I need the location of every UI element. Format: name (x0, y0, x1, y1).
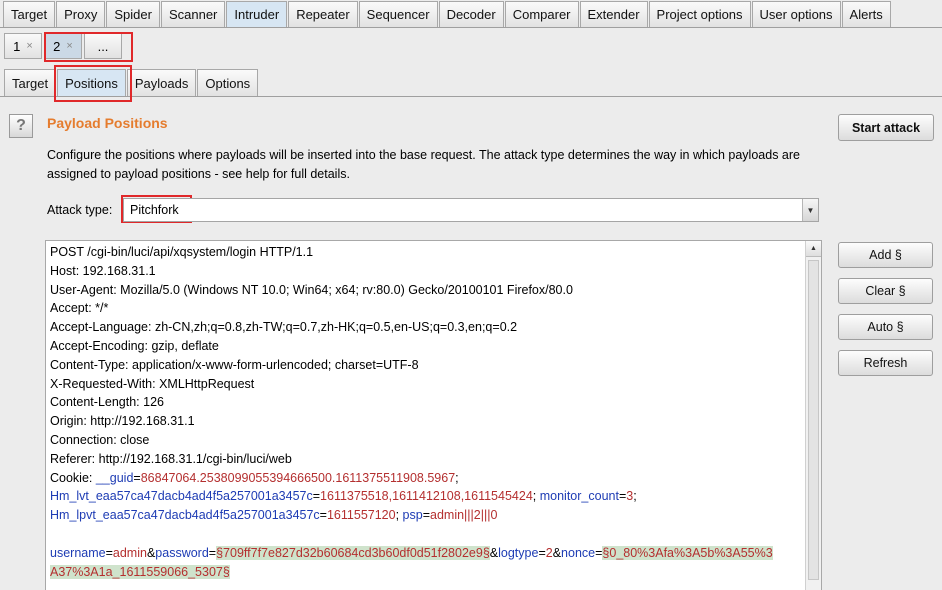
subtab-positions[interactable]: Positions (57, 69, 126, 96)
param-name: password (155, 545, 209, 560)
request-header: Origin: http://192.168.31.1 (50, 414, 195, 429)
tab-project-options[interactable]: Project options (648, 1, 751, 27)
tab-comparer[interactable]: Comparer (504, 1, 579, 27)
param-name: username (50, 545, 106, 560)
cookie-value: 1611375518,1611412108,1611545424 (320, 489, 533, 504)
tab-spider[interactable]: Spider (106, 1, 160, 27)
main-tab-bar: Target Proxy Spider Scanner Intruder Rep… (0, 0, 942, 28)
tab-extender[interactable]: Extender (579, 1, 648, 27)
cookie-header-line1: Cookie: __guid=86847064.2538099055394666… (50, 470, 459, 485)
add-marker-button[interactable]: Add § (838, 242, 933, 268)
new-session-tab[interactable]: ... (84, 33, 122, 59)
tab-user-options[interactable]: User options (751, 1, 841, 27)
refresh-button[interactable]: Refresh (838, 350, 933, 376)
request-body-line1: username=admin&password=§709ff7f7e827d32… (50, 545, 773, 560)
attack-session-tabs: 1 × 2 × ... (4, 33, 124, 59)
param-value: admin (112, 545, 147, 560)
request-header: Accept: */* (50, 301, 109, 316)
help-icon[interactable]: ? (9, 114, 33, 138)
request-line: POST /cgi-bin/luci/api/xqsystem/login HT… (50, 245, 314, 259)
intruder-sub-tabs: Target Positions Payloads Options (4, 68, 259, 96)
scrollbar-thumb[interactable] (808, 260, 819, 580)
request-header: Accept-Language: zh-CN,zh;q=0.8,zh-TW;q=… (50, 320, 518, 335)
cookie-name: Hm_lvt_eaa57ca47dacb4ad4f5a257001a3457c (50, 489, 313, 504)
request-header: Content-Type: application/x-www-form-url… (50, 357, 419, 372)
attack-type-value: Pitchfork (130, 203, 179, 217)
close-icon[interactable]: × (66, 40, 72, 52)
subtab-payloads[interactable]: Payloads (126, 69, 197, 96)
session-tab-2[interactable]: 2 × (44, 33, 82, 59)
request-header: Content-Length: 126 (50, 395, 164, 410)
chevron-down-icon[interactable]: ▼ (802, 199, 818, 221)
divider (0, 96, 942, 97)
cookie-name: Hm_lpvt_eaa57ca47dacb4ad4f5a257001a3457c (50, 508, 320, 523)
tab-repeater[interactable]: Repeater (288, 1, 358, 27)
param-name: nonce (561, 545, 596, 560)
cookie-name: monitor_count (539, 489, 619, 504)
clear-markers-button[interactable]: Clear § (838, 278, 933, 304)
auto-markers-button[interactable]: Auto § (838, 314, 933, 340)
tab-decoder[interactable]: Decoder (438, 1, 504, 27)
cookie-name: __guid (95, 470, 134, 485)
tab-scanner[interactable]: Scanner (160, 1, 226, 27)
payload-marker: §0_80%3Afa%3A5b%3A55%3 (602, 545, 773, 560)
cookie-header-line2: Hm_lvt_eaa57ca47dacb4ad4f5a257001a3457c=… (50, 489, 637, 504)
close-icon[interactable]: × (26, 40, 32, 52)
ellipsis-icon: ... (97, 38, 109, 54)
request-header: Connection: close (50, 432, 150, 447)
payload-marker: A37%3A1a_1611559066_5307§ (50, 564, 230, 579)
page-title: Payload Positions (47, 115, 168, 131)
tab-intruder[interactable]: Intruder (226, 1, 288, 27)
request-header: Accept-Encoding: gzip, deflate (50, 338, 219, 353)
request-header: Host: 192.168.31.1 (50, 263, 156, 278)
param-name: logtype (498, 545, 539, 560)
panel-description: Configure the positions where payloads w… (47, 148, 800, 181)
cookie-name: psp (402, 508, 423, 523)
cookie-value: 86847064.2538099055394666500.16113755119… (140, 470, 456, 485)
scroll-up-icon[interactable]: ▲ (806, 241, 821, 257)
cookie-value: 1611557120 (326, 508, 396, 523)
cookie-value: 3 (626, 489, 634, 504)
tab-target[interactable]: Target (3, 1, 56, 27)
payload-marker: §709ff7f7e827d32b60684cd3b60df0d51f2802e… (216, 545, 490, 560)
request-header: Referer: http://192.168.31.1/cgi-bin/luc… (50, 451, 292, 466)
subtab-target[interactable]: Target (4, 69, 57, 96)
tab-alerts[interactable]: Alerts (841, 1, 891, 27)
session-tab-1[interactable]: 1 × (4, 33, 42, 59)
attack-type-select[interactable]: Pitchfork ▼ (123, 198, 819, 222)
tab-sequencer[interactable]: Sequencer (358, 1, 438, 27)
request-header: User-Agent: Mozilla/5.0 (Windows NT 10.0… (50, 282, 573, 297)
attack-type-label: Attack type: (47, 203, 113, 217)
cookie-value: admin|||2|||0 (430, 508, 498, 523)
start-attack-button[interactable]: Start attack (838, 114, 934, 141)
tab-proxy[interactable]: Proxy (56, 1, 106, 27)
session-tab-label: 2 (53, 38, 61, 54)
cookie-header-line3: Hm_lpvt_eaa57ca47dacb4ad4f5a257001a3457c… (50, 508, 498, 523)
cookie-label: Cookie: (50, 470, 96, 485)
session-tab-label: 1 (13, 38, 21, 54)
vertical-scrollbar[interactable]: ▲ (805, 241, 821, 590)
request-body-line2: A37%3A1a_1611559066_5307§ (50, 563, 773, 582)
request-editor[interactable]: POST /cgi-bin/luci/api/xqsystem/login HT… (45, 240, 822, 590)
param-value: 2 (545, 545, 553, 560)
subtab-options[interactable]: Options (197, 69, 259, 96)
request-header: X-Requested-With: XMLHttpRequest (50, 376, 255, 391)
